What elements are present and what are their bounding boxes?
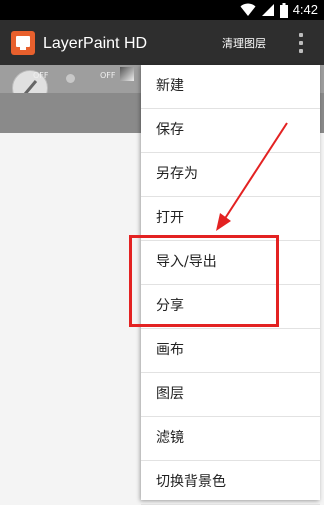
annotation-arrow — [216, 122, 288, 231]
